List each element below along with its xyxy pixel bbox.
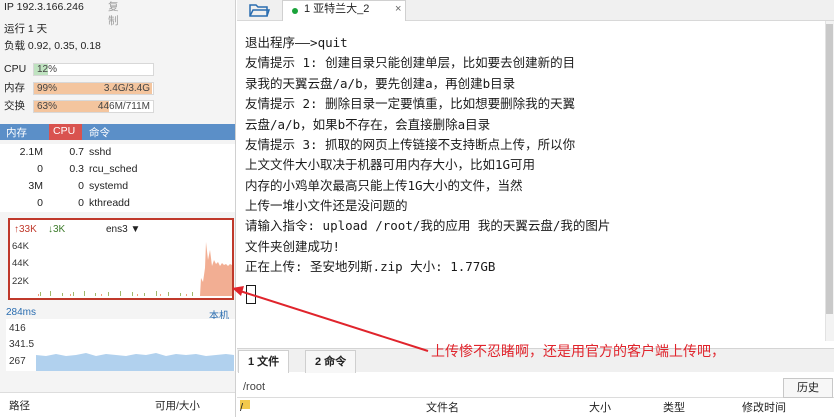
latency-graph: 416 341.5 267 <box>6 319 235 371</box>
process-cpu: 0 <box>78 197 84 209</box>
process-cmd: systemd <box>89 180 129 192</box>
process-row[interactable]: 0 0.3 rcu_sched <box>0 161 235 178</box>
load-average: 负载 0.92, 0.35, 0.18 <box>4 40 101 52</box>
terminal-line: 上传一堆小文件还是没问题的 <box>245 198 408 213</box>
process-cpu-header[interactable]: CPU <box>49 124 82 140</box>
tab-session[interactable]: 1 亚特兰大_2 × <box>282 0 406 21</box>
connected-status-dot <box>292 8 298 14</box>
process-cmd: kthreadd <box>89 197 130 209</box>
file-list-header: / 文件名 大小 类型 修改时间 <box>237 400 834 417</box>
process-cpu: 0.3 <box>69 163 84 175</box>
network-graph-plot <box>38 242 232 296</box>
close-icon[interactable]: × <box>395 1 401 18</box>
process-mem: 2.1M <box>19 146 43 158</box>
memory-meter-value: 3.4G/3.4G <box>103 83 150 94</box>
process-row[interactable]: 2.1M 0.7 sshd <box>0 144 235 161</box>
latency-area <box>36 353 234 371</box>
column-type[interactable]: 类型 <box>663 400 685 417</box>
upload-spikes <box>38 294 187 296</box>
terminal-output[interactable]: 退出程序——>quit 友情提示 1: 创建目录只能创建单层，比如要去创建新的目… <box>237 21 825 341</box>
open-folder-button[interactable] <box>247 0 271 19</box>
cpu-meter-percent: 12% <box>37 64 58 75</box>
terminal-line: 文件夹创建成功! <box>245 239 341 254</box>
column-size[interactable]: 大小 <box>589 400 611 417</box>
process-row[interactable]: 0 0 kthreadd <box>0 195 235 212</box>
terminal-line: 友情提示 1: 创建目录只能创建单层，比如要去创建新的目 <box>245 55 576 70</box>
process-cpu: 0.7 <box>69 146 84 158</box>
process-cmd: sshd <box>89 146 112 158</box>
terminal-scrollbar-thumb[interactable] <box>826 24 833 314</box>
memory-meter-percent: 99% <box>37 83 58 94</box>
tree-root-label: / <box>240 402 244 414</box>
terminal-line: 退出程序——>quit <box>245 35 348 50</box>
memory-meter: 内存 99% 3.4G/3.4G <box>4 80 154 96</box>
latency-graph-plot <box>36 353 234 371</box>
file-path-bar: /root 历史 <box>237 378 834 398</box>
disk-table-header: 路径 可用/大小 <box>0 392 235 417</box>
column-name[interactable]: 文件名 <box>426 400 459 417</box>
history-button[interactable]: 历史 <box>783 378 833 398</box>
process-mem-header[interactable]: 内存 <box>6 125 27 140</box>
process-cmd: rcu_sched <box>89 163 138 175</box>
terminal-line: 友情提示 3: 抓取的网页上传链接不支持断点上传，所以你 <box>245 137 576 152</box>
swap-meter: 交换 63% 446M/711M <box>4 98 154 114</box>
uptime: 运行 1 天 <box>4 23 48 35</box>
terminal-line: 内存的小鸡单次最高只能上传1G大小的文件，当然 <box>245 178 523 193</box>
process-mem: 3M <box>28 180 43 192</box>
session-tab-bar: 1 亚特兰大_2 × <box>237 0 834 21</box>
tab-commands[interactable]: 2 命令 <box>305 350 357 373</box>
terminal-line: 正在上传: 圣安地列斯.zip 大小: 1.77GB <box>245 259 496 274</box>
memory-meter-bar: 99% 3.4G/3.4G <box>33 82 154 95</box>
swap-meter-bar: 63% 446M/711M <box>33 100 154 113</box>
latency-label: 284ms <box>6 307 37 318</box>
process-table-header: 内存 CPU 命令 <box>0 124 235 140</box>
terminal-cursor <box>246 285 256 304</box>
server-ip-text: IP 192.3.166.246 <box>4 1 84 13</box>
process-mem: 0 <box>37 197 43 209</box>
terminal-line: 友情提示 2: 删除目录一定要慎重，比如想要删除我的天翼 <box>245 96 576 111</box>
network-traffic-graph: ↑33K ↓3K ens3 ▼ 64K 44K 22K <box>8 218 234 300</box>
folder-icon <box>249 4 271 17</box>
cpu-meter-label: CPU <box>4 63 27 75</box>
terminal-line: 请输入指令: upload /root/我的应用 我的天翼云盘/我的图片 <box>245 218 611 233</box>
tab-title: 1 亚特兰大_2 <box>304 3 370 15</box>
swap-meter-label: 交换 <box>4 100 25 112</box>
process-mem: 0 <box>37 163 43 175</box>
cpu-meter: CPU 12% <box>4 61 154 77</box>
disk-path-header[interactable]: 路径 <box>9 398 30 413</box>
tab-files[interactable]: 1 文件 <box>238 350 290 373</box>
upload-area <box>200 242 232 296</box>
column-mtime[interactable]: 修改时间 <box>742 400 786 417</box>
process-cmd-header[interactable]: 命令 <box>89 125 110 140</box>
terminal-line: 上文文件大小取决于机器可用内存大小，比如1G可用 <box>245 157 536 172</box>
download-bars <box>40 291 193 296</box>
process-cpu: 0 <box>78 180 84 192</box>
cpu-meter-bar: 12% <box>33 63 154 76</box>
terminal-line: 云盘/a/b，如果b不存在，会直接删除a目录 <box>245 117 491 132</box>
server-status-panel: IP 192.3.166.246 复制 运行 1 天 负载 0.92, 0.35… <box>0 0 236 417</box>
server-ip: IP 192.3.166.246 复制 <box>4 0 119 27</box>
annotation-text: 上传惨不忍睹啊，还是用官方的客户端上传吧， <box>431 344 725 360</box>
process-row[interactable]: 3M 0 systemd <box>0 178 235 195</box>
swap-meter-percent: 63% <box>37 101 58 112</box>
copy-ip-button[interactable]: 复制 <box>108 0 119 28</box>
terminal-line: 录我的天翼云盘/a/b，要先创建a，再创建b目录 <box>245 76 516 91</box>
swap-meter-value: 446M/711M <box>97 101 150 112</box>
disk-avail-header[interactable]: 可用/大小 <box>155 398 200 413</box>
memory-meter-label: 内存 <box>4 82 25 94</box>
current-path-input[interactable]: /root <box>243 381 265 393</box>
